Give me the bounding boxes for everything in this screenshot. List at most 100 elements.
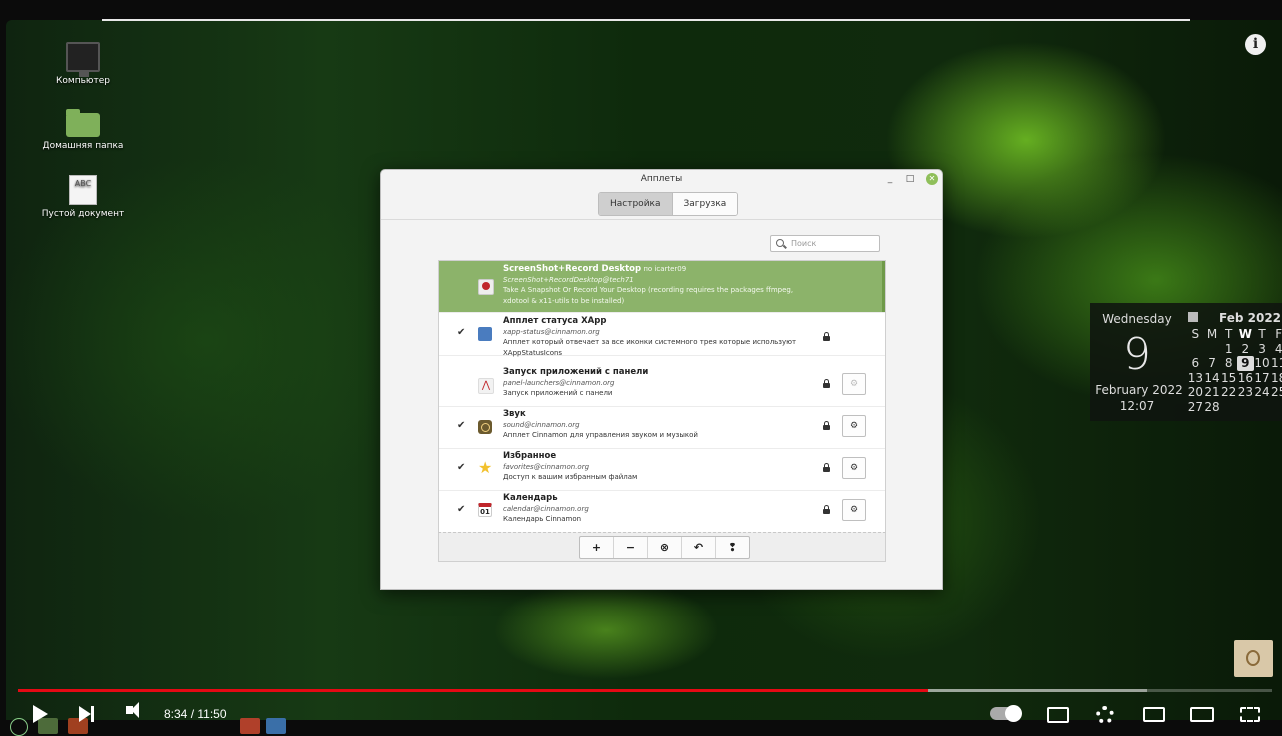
fullscreen-icon[interactable] bbox=[1240, 707, 1260, 722]
applet-description: Календарь Cinnamon bbox=[503, 515, 582, 523]
applet-description: Take A Snapshot Or Record Your Desktop (… bbox=[503, 286, 794, 305]
calendar-day[interactable]: 16 bbox=[1237, 371, 1254, 386]
applet-row-launchers[interactable]: ⋀ Запуск приложений с панели panel-launc… bbox=[439, 364, 885, 407]
calendar-weekday: T bbox=[1225, 327, 1233, 341]
applet-row-favorites[interactable]: ✔ ★ Избранное favorites@cinnamon.org Дос… bbox=[439, 448, 885, 491]
calendar-week-row: 27 28 bbox=[1187, 400, 1282, 415]
close-button[interactable]: ✕ bbox=[926, 173, 938, 185]
applet-list: ScreenShot+Record Desktop по icarter09 S… bbox=[438, 260, 886, 533]
remove-button[interactable]: − bbox=[613, 537, 647, 558]
configure-button[interactable]: ⚙ bbox=[842, 499, 866, 521]
uninstall-button[interactable]: ⊗ bbox=[647, 537, 681, 558]
document-icon: ABC bbox=[69, 175, 97, 205]
tab-download[interactable]: Загрузка bbox=[671, 193, 738, 215]
calendar-header: Feb 2022 bbox=[1187, 311, 1282, 327]
calendar-day[interactable]: 10 bbox=[1254, 356, 1271, 371]
info-button[interactable]: i bbox=[1245, 34, 1266, 55]
speaker-cone bbox=[480, 423, 490, 432]
next-icon[interactable] bbox=[79, 706, 94, 722]
applet-uuid: calendar@cinnamon.org bbox=[503, 504, 589, 513]
calendar-day[interactable]: 1 bbox=[1220, 342, 1237, 357]
miniplayer-icon[interactable] bbox=[1143, 707, 1165, 722]
applet-name: Апплет статуса XApp bbox=[503, 316, 607, 326]
configure-button[interactable]: ⚙ bbox=[842, 415, 866, 437]
desktop-icon-document[interactable]: ABC Пустой документ bbox=[33, 175, 133, 219]
lock-icon bbox=[823, 332, 830, 341]
applet-uuid: sound@cinnamon.org bbox=[503, 420, 580, 429]
calendar-day[interactable]: 23 bbox=[1237, 385, 1254, 400]
subtitles-icon[interactable] bbox=[1047, 707, 1069, 723]
top-progress-line bbox=[102, 19, 1190, 21]
desktop-icon-home[interactable]: Домашняя папка bbox=[33, 109, 133, 151]
calendar-day[interactable]: 3 bbox=[1254, 342, 1271, 357]
calendar-day[interactable]: 17 bbox=[1254, 371, 1271, 386]
toolbar-button-group: + − ⊗ ↶ ❢ bbox=[579, 536, 750, 559]
calendar-week-row: 1234 bbox=[1187, 342, 1282, 357]
desklet-date: February 2022 bbox=[1095, 383, 1183, 397]
calendar-day[interactable]: 7 bbox=[1204, 356, 1221, 371]
applet-row-screenshot[interactable]: ScreenShot+Record Desktop по icarter09 S… bbox=[439, 261, 885, 313]
restore-button[interactable]: ↶ bbox=[681, 537, 715, 558]
play-icon[interactable] bbox=[33, 705, 48, 723]
home-folder-icon bbox=[66, 109, 100, 137]
calendar-weekday: S bbox=[1191, 327, 1200, 341]
theater-mode-icon[interactable] bbox=[1190, 707, 1214, 722]
settings-gear-icon[interactable] bbox=[1096, 706, 1114, 724]
about-button[interactable]: ❢ bbox=[715, 537, 749, 558]
prev-month-button[interactable] bbox=[1188, 312, 1198, 322]
calendar-day[interactable]: 8 bbox=[1220, 356, 1237, 371]
calendar-day[interactable]: 21 bbox=[1204, 385, 1221, 400]
configure-button[interactable]: ⚙ bbox=[842, 373, 866, 395]
configure-button[interactable]: ⚙ bbox=[842, 457, 866, 479]
tab-settings[interactable]: Настройка bbox=[599, 193, 672, 215]
list-toolbar: + − ⊗ ↶ ❢ bbox=[438, 532, 886, 562]
video-progress-bar[interactable] bbox=[18, 689, 1272, 692]
desklet-weekday: Wednesday bbox=[1102, 312, 1172, 326]
calendar-day[interactable]: 6 bbox=[1187, 356, 1204, 371]
calendar-day[interactable]: 25 bbox=[1270, 385, 1282, 400]
volume-icon[interactable] bbox=[126, 702, 139, 718]
enabled-check-icon: ✔ bbox=[457, 327, 466, 338]
document-icon-text: ABC bbox=[74, 179, 92, 188]
desktop-icon-computer[interactable]: Компьютер bbox=[33, 42, 133, 86]
window-titlebar[interactable]: Апплеты _ □ ✕ bbox=[381, 170, 942, 188]
calendar-day bbox=[1204, 342, 1221, 357]
calendar-day[interactable]: 20 bbox=[1187, 385, 1204, 400]
calendar-day[interactable]: 4 bbox=[1270, 342, 1282, 357]
calendar-day[interactable]: 15 bbox=[1220, 371, 1237, 386]
add-button[interactable]: + bbox=[580, 537, 613, 558]
speaker-icon bbox=[478, 420, 492, 434]
desktop-icon-label: Пустой документ bbox=[41, 209, 125, 219]
calendar-weekday: W bbox=[1238, 327, 1252, 341]
desklet-time: 12:07 bbox=[1119, 399, 1155, 413]
applet-uuid: favorites@cinnamon.org bbox=[503, 462, 590, 471]
calendar-day[interactable]: 22 bbox=[1220, 385, 1237, 400]
applet-name: Избранное bbox=[503, 451, 557, 461]
autoplay-toggle[interactable] bbox=[990, 705, 1022, 722]
lock-icon bbox=[823, 505, 830, 514]
channel-avatar[interactable] bbox=[1234, 640, 1273, 677]
calendar-day[interactable]: 24 bbox=[1254, 385, 1271, 400]
calendar-weekday: F bbox=[1275, 327, 1282, 341]
applet-text: Запуск приложений с панели panel-launche… bbox=[503, 367, 813, 399]
calendar-day[interactable]: 28 bbox=[1204, 400, 1221, 415]
calendar-day[interactable]: 18 bbox=[1270, 371, 1282, 386]
calendar-day[interactable]: 14 bbox=[1204, 371, 1221, 386]
enabled-check-icon: ✔ bbox=[457, 504, 466, 515]
maximize-button[interactable]: □ bbox=[904, 173, 916, 185]
calendar-day[interactable]: 11 bbox=[1270, 356, 1282, 371]
applet-row-sound[interactable]: ✔ Звук sound@cinnamon.org Апплет Cinnamo… bbox=[439, 406, 885, 449]
calendar-week-row: 67891011 bbox=[1187, 356, 1282, 371]
search-input[interactable]: Поиск bbox=[770, 235, 880, 252]
applet-name: Запуск приложений с панели bbox=[503, 367, 649, 377]
applet-row-calendar[interactable]: ✔ 01 Календарь calendar@cinnamon.org Кал… bbox=[439, 490, 885, 532]
calendar-day[interactable]: 13 bbox=[1187, 371, 1204, 386]
applet-row-xapp[interactable]: ✔ Апплет статуса XApp xapp-status@cinnam… bbox=[439, 313, 885, 357]
minimize-button[interactable]: _ bbox=[884, 173, 896, 185]
calendar-day[interactable]: 2 bbox=[1237, 342, 1254, 357]
calendar-weekday: M bbox=[1206, 327, 1218, 341]
calendar-day[interactable]: 27 bbox=[1187, 400, 1204, 415]
applets-window: Апплеты _ □ ✕ Настройка Загрузка Поиск S… bbox=[380, 169, 943, 590]
tab-bar: Настройка Загрузка bbox=[598, 192, 739, 216]
calendar-day[interactable]: 9 bbox=[1237, 356, 1254, 371]
